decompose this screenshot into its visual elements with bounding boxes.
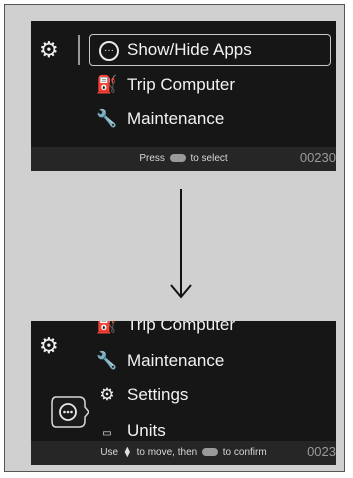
up-down-arrows-icon: ▲ ▼ bbox=[122, 444, 132, 460]
menu-item-label: Show/Hide Apps bbox=[127, 40, 252, 59]
figure-code: 00230 bbox=[299, 150, 336, 165]
units-icon: ▭ bbox=[102, 428, 112, 439]
gear-icon: ⚙ bbox=[39, 333, 59, 358]
menu-item-label: Units bbox=[127, 421, 166, 440]
select-button-icon bbox=[201, 448, 218, 457]
menu-item-label: Maintenance bbox=[127, 351, 225, 370]
trip-computer-icon: ⛽ bbox=[96, 321, 118, 334]
apps-icon: ··· bbox=[99, 40, 119, 61]
footer-instruction: Use ▲ ▼ to move, then to confirm bbox=[100, 444, 267, 460]
select-button-icon bbox=[169, 154, 186, 163]
menu-item-maintenance[interactable]: 🔧 Maintenance bbox=[95, 351, 224, 371]
menu-item-label: Maintenance bbox=[127, 109, 225, 128]
trip-computer-icon: ⛽ bbox=[96, 75, 118, 94]
menu-divider bbox=[78, 35, 80, 65]
menu-item-label: Trip Computer bbox=[127, 321, 236, 334]
menu-item-trip-computer[interactable]: ⛽ Trip Computer bbox=[95, 75, 235, 95]
display-screen-before: ⚙ ··· Show/Hide Apps ⛽ Trip Computer 🔧 Main… bbox=[31, 21, 336, 171]
menu-item-label: Settings bbox=[127, 385, 189, 404]
menu-item-trip-computer[interactable]: ⛽ Trip Computer bbox=[95, 321, 235, 335]
gear-icon: ⚙ bbox=[39, 37, 59, 62]
figure-panel: ⚙ ··· Show/Hide Apps ⛽ Trip Computer 🔧 Main… bbox=[4, 4, 345, 472]
wrench-icon: 🔧 bbox=[96, 351, 118, 370]
menu-item-label: Trip Computer bbox=[127, 75, 236, 94]
display-screen-after: ⚙ ⛽ Trip Computer 🔧 Maintenance ⚙ Settings … bbox=[31, 321, 336, 465]
menu-item-show-hide-apps[interactable]: ··· Show/Hide Apps bbox=[99, 40, 252, 61]
arrow-down-icon bbox=[170, 189, 192, 299]
menu-item-settings[interactable]: ⚙ Settings bbox=[95, 385, 188, 405]
gear-icon: ⚙ bbox=[99, 385, 115, 404]
menu-item-units[interactable]: ▭ Units bbox=[95, 421, 166, 441]
wrench-icon: 🔧 bbox=[96, 109, 118, 128]
figure-code: 0023 bbox=[307, 444, 336, 459]
apps-callout-bubble bbox=[51, 396, 89, 428]
footer-instruction: Press to select bbox=[139, 153, 228, 164]
screen-footer: Use ▲ ▼ to move, then to confirm 0023 bbox=[31, 441, 336, 465]
screen-footer: Press to select 00230 bbox=[31, 147, 336, 171]
menu-item-maintenance[interactable]: 🔧 Maintenance bbox=[95, 109, 224, 129]
